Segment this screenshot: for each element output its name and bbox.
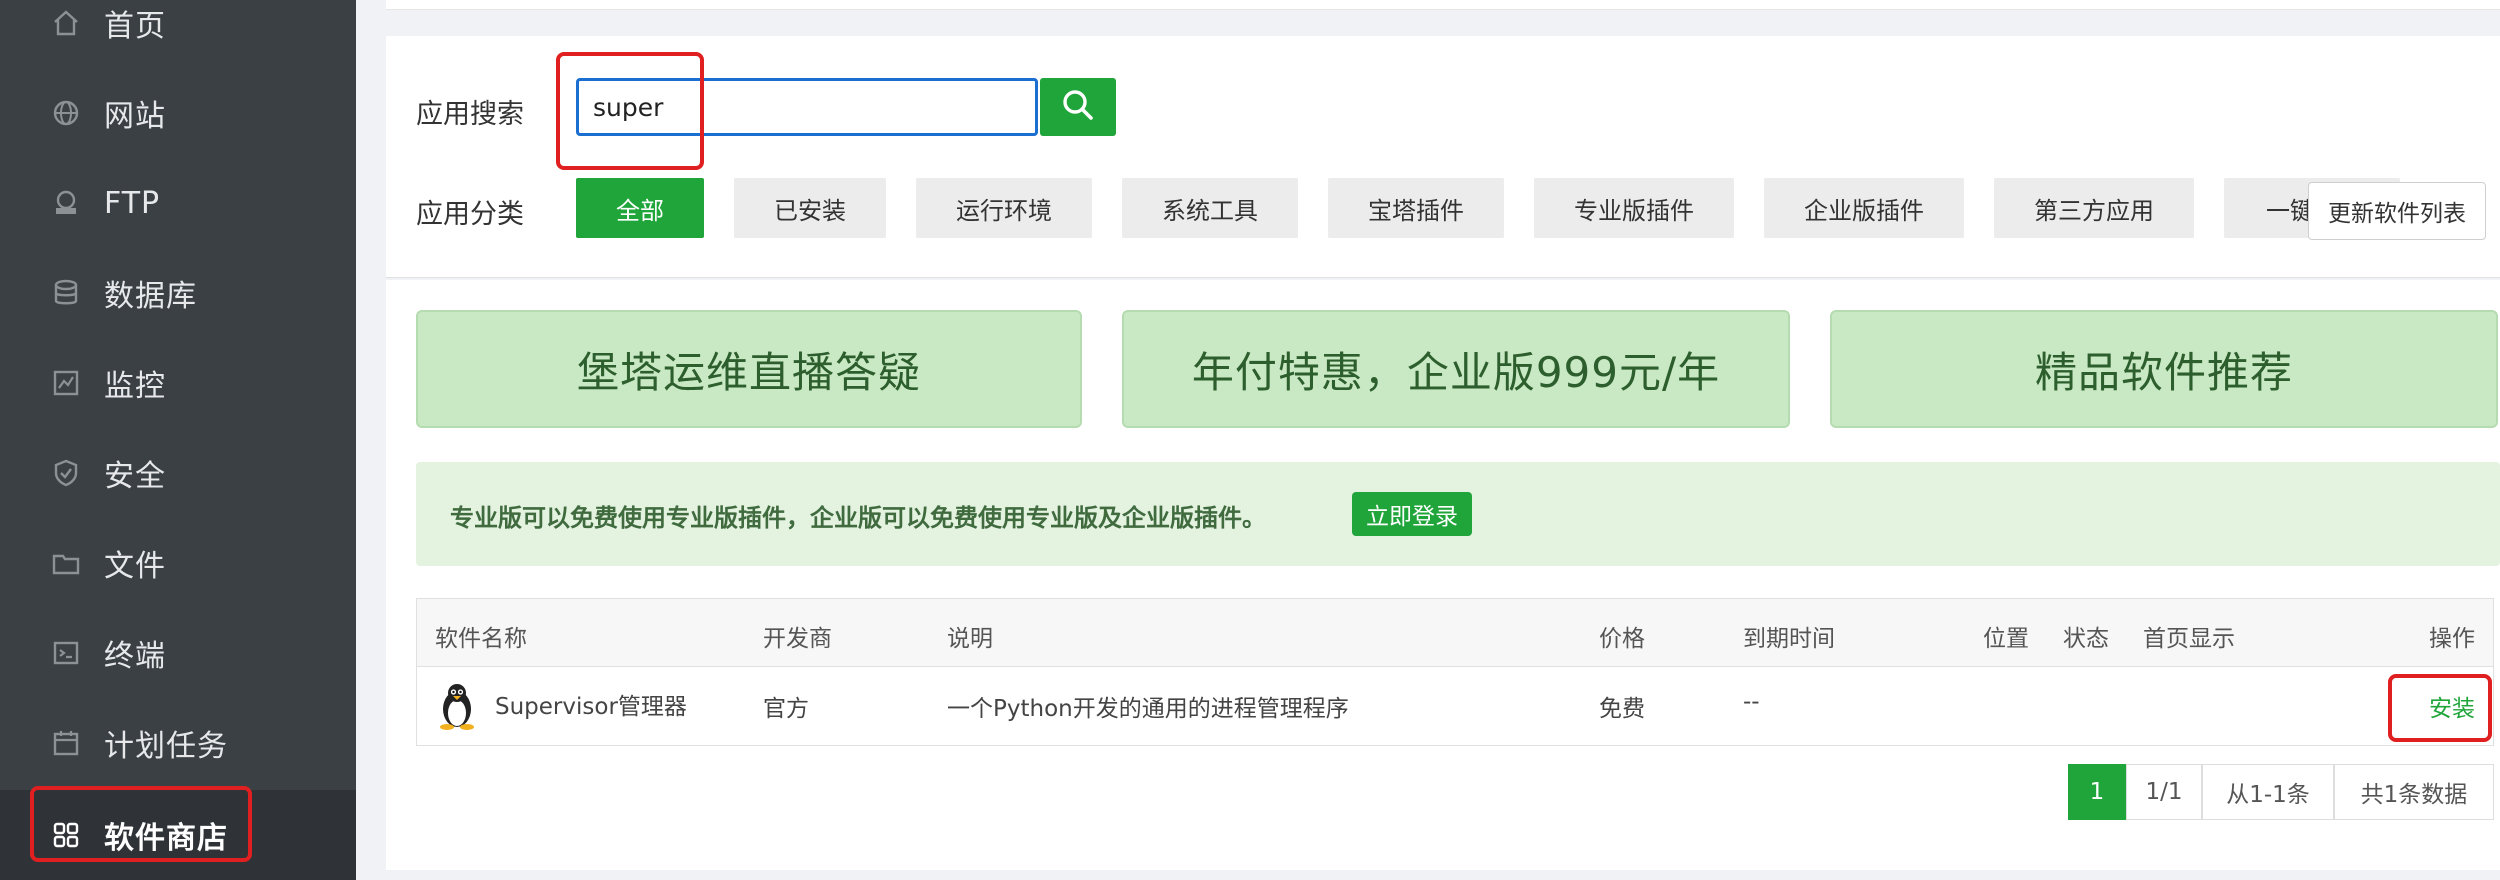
sidebar-item-label: 文件 [104,549,166,584]
header-name[interactable]: 软件名称 [435,619,527,653]
sidebar-item-label: 监控 [104,369,166,404]
search-button[interactable] [1040,78,1116,136]
ftp-icon [48,185,84,221]
sidebar-item-label: 安全 [104,459,166,494]
banner-annual-discount[interactable]: 年付特惠，企业版999元/年 [1122,310,1790,428]
sidebar-item-files[interactable]: 文件 [0,518,356,608]
table-header: 软件名称 开发商 说明 价格 到期时间 位置 状态 首页显示 操作 [417,599,2493,667]
header-developer[interactable]: 开发商 [763,619,832,653]
page-current[interactable]: 1 [2068,764,2126,820]
search-label: 应用搜索 [416,99,524,130]
banner-live-qa[interactable]: 堡塔运维直播答疑 [416,310,1082,428]
category-system-tools[interactable]: 系统工具 [1122,178,1298,238]
banner-recommended-software[interactable]: 精品软件推荐 [1830,310,2498,428]
notice-text: 专业版可以免费使用专业版插件，企业版可以免费使用专业版及企业版插件。 [450,504,1266,532]
sidebar-item-website[interactable]: 网站 [0,68,356,158]
globe-icon [48,95,84,131]
header-status[interactable]: 状态 [2063,619,2109,653]
shield-icon [48,455,84,491]
login-button[interactable]: 立即登录 [1352,492,1472,536]
sidebar-item-database[interactable]: 数据库 [0,248,356,338]
category-third-party[interactable]: 第三方应用 [1994,178,2194,238]
database-icon [48,275,84,311]
header-description[interactable]: 说明 [947,619,993,653]
sidebar-item-label: FTP [104,185,161,221]
sidebar-item-security[interactable]: 安全 [0,428,356,518]
header-price[interactable]: 价格 [1599,619,1645,653]
header-actions: 操作 [2429,626,2475,652]
penguin-icon [435,681,479,731]
home-icon [48,5,84,41]
sidebar-item-label: 计划任务 [104,729,228,764]
calendar-icon [48,725,84,761]
sidebar-item-app-store[interactable]: 软件商店 [0,790,356,880]
sidebar-item-label: 网站 [104,99,166,134]
sidebar-item-cron[interactable]: 计划任务 [0,698,356,788]
sidebar-item-label: 数据库 [104,279,197,314]
sidebar-item-label: 首页 [104,9,166,44]
category-all[interactable]: 全部 [576,178,704,238]
grid-icon [48,817,84,853]
category-bt-plugins[interactable]: 宝塔插件 [1328,178,1504,238]
software-expiry: -- [1743,689,1760,715]
sidebar-item-ftp[interactable]: FTP [0,158,356,248]
install-link[interactable]: 安装 [2429,689,2475,723]
monitor-icon [48,365,84,401]
search-icon [1061,88,1095,126]
category-enterprise-plugins[interactable]: 企业版插件 [1764,178,1964,238]
category-label: 应用分类 [416,199,524,230]
header-expiry[interactable]: 到期时间 [1743,619,1835,653]
software-description: 一个Python开发的通用的进程管理程序 [947,696,1349,722]
search-panel [386,36,2500,278]
page-count: 1/1 [2126,764,2202,820]
sidebar-item-monitor[interactable]: 监控 [0,338,356,428]
category-runtime[interactable]: 运行环境 [916,178,1092,238]
folder-icon [48,545,84,581]
sidebar-item-home[interactable]: 首页 [0,0,356,68]
search-input[interactable] [576,78,1038,136]
sidebar-item-label: 软件商店 [104,821,228,856]
software-developer: 官方 [763,696,809,722]
sidebar-item-label: 终端 [104,639,166,674]
refresh-list-button[interactable]: 更新软件列表 [2308,182,2486,240]
notice-bar: 专业版可以免费使用专业版插件，企业版可以免费使用专业版及企业版插件。 立即登录 [416,462,2500,566]
page-total: 共1条数据 [2334,764,2494,820]
category-pro-plugins[interactable]: 专业版插件 [1534,178,1734,238]
terminal-icon [48,635,84,671]
top-strip [386,0,2500,10]
page-range: 从1-1条 [2202,764,2334,820]
software-table: 软件名称 开发商 说明 价格 到期时间 位置 状态 首页显示 操作 Superv… [416,598,2494,746]
sidebar: 首页 网站 FTP 数据库 监控 安全 文件 终端 计划任务 软件商店 [0,0,356,880]
software-name: Supervisor管理器 [495,694,687,720]
header-home-display[interactable]: 首页显示 [2143,619,2235,653]
category-installed[interactable]: 已安装 [734,178,886,238]
software-price: 免费 [1599,696,1645,722]
sidebar-item-terminal[interactable]: 终端 [0,608,356,698]
header-location[interactable]: 位置 [1983,619,2029,653]
